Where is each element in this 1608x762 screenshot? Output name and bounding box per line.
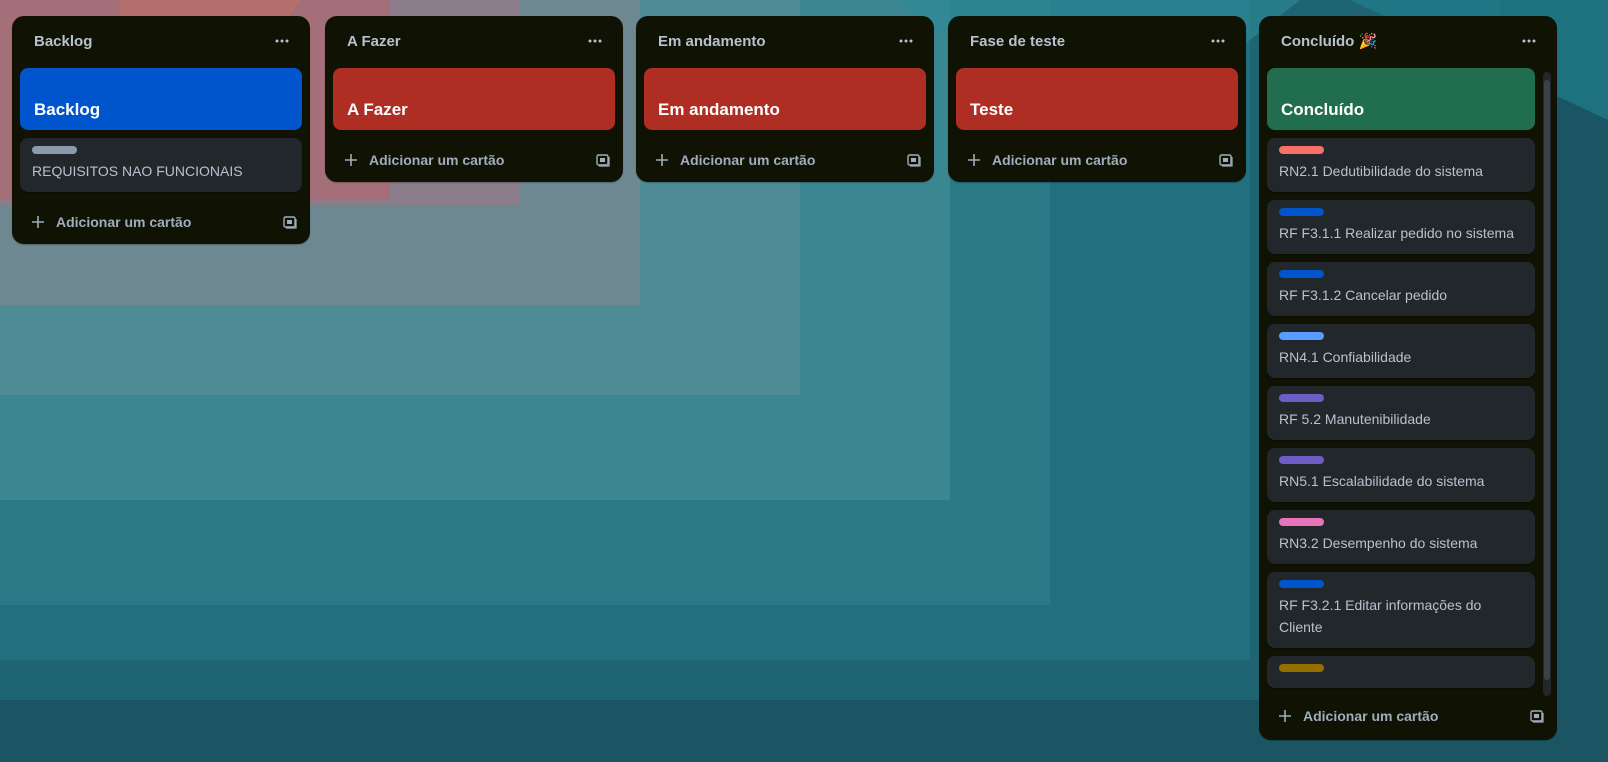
card-label[interactable] [1279,208,1324,216]
list-title[interactable]: Em andamento [658,33,890,50]
card[interactable]: RF F3.1.1 Realizar pedido no sistema [1267,200,1535,254]
plus-icon [1279,710,1291,722]
card-list: Teste [948,66,1246,130]
cover-card-title: Backlog [34,100,101,119]
ellipsis-icon [588,39,602,43]
card-label[interactable] [1279,270,1324,278]
card-title: RN3.2 Desempenho do sistema [1279,535,1478,551]
add-card-button[interactable]: Adicionar um cartão [1303,708,1529,724]
add-card-row: Adicionar um cartão [1259,694,1557,738]
card-label[interactable] [1279,394,1324,402]
cover-card[interactable]: Concluído [1267,68,1535,130]
list-title[interactable]: Concluído 🎉 [1281,32,1513,50]
card[interactable]: RF F3.1.2 Cancelar pedido [1267,262,1535,316]
card[interactable]: RN5.1 Escalabilidade do sistema [1267,448,1535,502]
card-list: Backlog REQUISITOS NAO FUNCIONAIS [12,66,310,192]
cover-card-title: A Fazer [347,100,408,119]
card-list: A Fazer [325,66,623,130]
card-title: RF F3.2.1 Editar informações do Cliente [1279,597,1482,635]
card[interactable]: REQUISITOS NAO FUNCIONAIS [20,138,302,192]
card-label[interactable] [1279,456,1324,464]
cover-card[interactable]: A Fazer [333,68,615,130]
list-title[interactable]: A Fazer [347,33,579,50]
list-header[interactable]: Backlog [12,16,310,66]
add-card-row: Adicionar um cartão [636,138,934,182]
card-label[interactable] [32,146,77,154]
card[interactable]: RN3.2 Desempenho do sistema [1267,510,1535,564]
list-menu-button[interactable] [890,25,922,57]
card[interactable]: RN4.1 Confiabilidade [1267,324,1535,378]
list-header[interactable]: Em andamento [636,16,934,66]
list-title[interactable]: Fase de teste [970,33,1202,50]
cover-card-title: Concluído [1281,100,1365,119]
card-title: RN2.1 Dedutibilidade do sistema [1279,163,1483,179]
list-header[interactable]: A Fazer [325,16,623,66]
card-list: Em andamento [636,66,934,130]
cover-card-title: Teste [970,100,1014,119]
cover-card[interactable]: Backlog [20,68,302,130]
ellipsis-icon [1211,39,1225,43]
list-em-andamento: Em andamento Em andamento Adicionar um c… [636,16,934,182]
list-fase-de-teste: Fase de teste Teste Adicionar um cartão [948,16,1246,182]
card-label[interactable] [1279,580,1324,588]
card-title: REQUISITOS NAO FUNCIONAIS [32,163,243,179]
plus-icon [345,154,357,166]
plus-icon [32,216,44,228]
add-card-button[interactable]: Adicionar um cartão [992,152,1218,168]
card[interactable]: RF F3.2.1 Editar informações do Cliente [1267,572,1535,648]
card-label[interactable] [1279,332,1324,340]
cover-card-title: Em andamento [658,100,780,119]
card-template-icon[interactable] [595,152,611,168]
plus-icon [656,154,668,166]
card-template-icon[interactable] [906,152,922,168]
cover-card[interactable]: Teste [956,68,1238,130]
list-menu-button[interactable] [1202,25,1234,57]
ellipsis-icon [1522,39,1536,43]
card-template-icon[interactable] [1529,708,1545,724]
list-a-fazer: A Fazer A Fazer Adicionar um cartão [325,16,623,182]
add-card-button[interactable]: Adicionar um cartão [56,214,282,230]
plus-icon [968,154,980,166]
card-label[interactable] [1279,146,1324,154]
card-template-icon[interactable] [1218,152,1234,168]
add-card-button[interactable]: Adicionar um cartão [680,152,906,168]
scrollbar-thumb[interactable] [1544,80,1550,680]
list-concluido: Concluído 🎉 Concluído RN2.1 Dedutibilida… [1259,16,1557,740]
card-title: RF 5.2 Manutenibilidade [1279,411,1431,427]
card-title: RF F3.1.2 Cancelar pedido [1279,287,1448,303]
card-title: RN5.1 Escalabilidade do sistema [1279,473,1485,489]
list-menu-button[interactable] [1513,25,1545,57]
card-label[interactable] [1279,664,1324,672]
ellipsis-icon [275,39,289,43]
card-title: RN4.1 Confiabilidade [1279,349,1412,365]
card-list[interactable]: Concluído RN2.1 Dedutibilidade do sistem… [1267,68,1535,698]
list-backlog: Backlog Backlog REQUISITOS NAO FUNCIONAI… [12,16,310,244]
list-menu-button[interactable] [579,25,611,57]
ellipsis-icon [899,39,913,43]
scrollbar[interactable] [1543,72,1551,696]
card[interactable]: RF 5.2 Manutenibilidade [1267,386,1535,440]
card-title: RF F3.1.1 Realizar pedido no sistema [1279,225,1514,241]
card-label[interactable] [1279,518,1324,526]
add-card-button[interactable]: Adicionar um cartão [369,152,595,168]
list-header[interactable]: Fase de teste [948,16,1246,66]
cover-card[interactable]: Em andamento [644,68,926,130]
list-title[interactable]: Backlog [34,33,266,50]
add-card-row: Adicionar um cartão [325,138,623,182]
card-template-icon[interactable] [282,214,298,230]
add-card-row: Adicionar um cartão [948,138,1246,182]
list-menu-button[interactable] [266,25,298,57]
add-card-row: Adicionar um cartão [12,200,310,244]
card[interactable] [1267,656,1535,688]
card[interactable]: RN2.1 Dedutibilidade do sistema [1267,138,1535,192]
list-header[interactable]: Concluído 🎉 [1259,16,1557,66]
